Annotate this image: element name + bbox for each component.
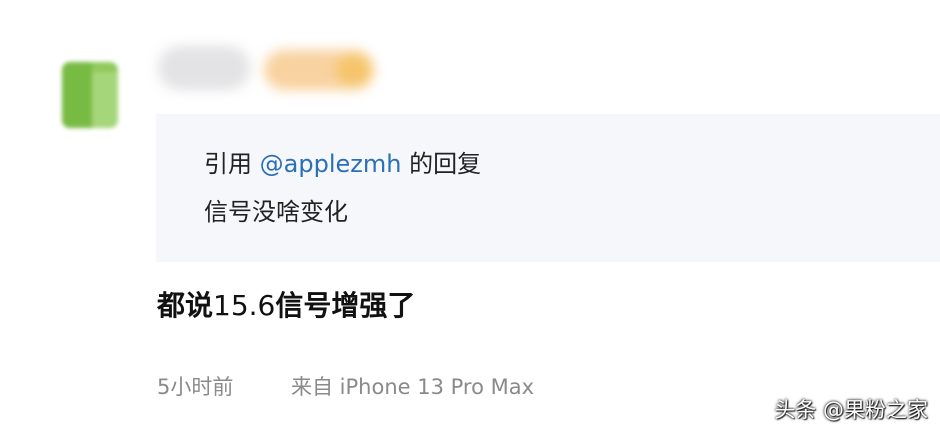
quote-reply-header: 引用 @applezmh 的回复 [204, 149, 481, 179]
quote-prefix: 引用 [204, 150, 260, 178]
quote-suffix: 的回复 [401, 150, 482, 178]
post-timestamp: 5小时前 [157, 375, 234, 399]
blurred-user-badge [264, 50, 374, 90]
post-text-part1: 都说 [157, 289, 214, 322]
post-text-number: 15.6 [213, 289, 276, 322]
post-device-source: 来自 iPhone 13 Pro Max [291, 375, 535, 399]
quote-text: 信号没啥变化 [204, 198, 348, 226]
user-avatar[interactable] [62, 62, 118, 128]
post-text: 都说15.6信号增强了 [157, 288, 415, 324]
post-text-part2: 信号增强了 [275, 289, 416, 322]
blurred-username[interactable] [158, 46, 250, 90]
mention-link[interactable]: @applezmh [260, 150, 402, 178]
watermark: 头条 @果粉之家 [774, 398, 928, 422]
quote-block [156, 114, 940, 262]
